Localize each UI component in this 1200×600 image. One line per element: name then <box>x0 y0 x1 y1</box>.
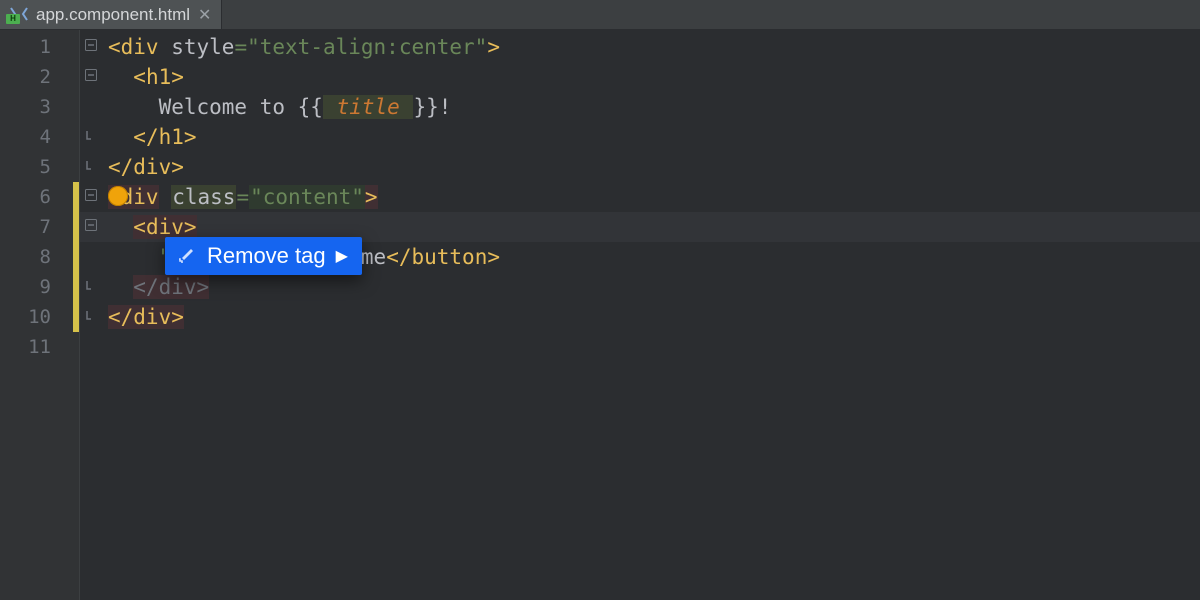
code-line[interactable]: <h1> <box>80 62 1200 92</box>
fold-collapse-icon[interactable] <box>84 188 98 202</box>
fold-collapse-icon[interactable] <box>84 38 98 52</box>
tab-bar: H app.component.html ✕ <box>0 0 1200 30</box>
code-text: Welcome to {{ title }}! <box>80 92 451 122</box>
file-tab[interactable]: H app.component.html ✕ <box>0 0 222 29</box>
code-line[interactable]: <div class="content"> <box>80 182 1200 212</box>
code-area[interactable]: <div style="text-align:center"> <h1> Wel… <box>80 30 1200 600</box>
code-line[interactable]: </div> <box>80 302 1200 332</box>
line-number: 8 <box>0 242 79 272</box>
edit-icon <box>177 246 197 266</box>
fold-collapse-icon[interactable] <box>84 218 98 232</box>
popup-label: Remove tag <box>207 243 326 269</box>
code-line[interactable]: </div> <box>80 152 1200 182</box>
code-line[interactable]: </div> <box>80 272 1200 302</box>
line-number: 4 <box>0 122 79 152</box>
code-line[interactable]: <div style="text-align:center"> <box>80 32 1200 62</box>
line-number: 1 <box>0 32 79 62</box>
code-line[interactable]: </h1> <box>80 122 1200 152</box>
line-number: 3 <box>0 92 79 122</box>
code-text: <div style="text-align:center"> <box>80 32 500 62</box>
html-file-icon: H <box>6 6 28 24</box>
code-text: </div> <box>80 272 209 302</box>
fold-collapse-icon[interactable] <box>84 68 98 82</box>
line-number: 10 <box>0 302 79 332</box>
line-number: 7 <box>0 212 79 242</box>
close-tab-icon[interactable]: ✕ <box>198 5 211 25</box>
line-number: 2 <box>0 62 79 92</box>
intention-popup[interactable]: Remove tag ▶ <box>165 237 362 275</box>
line-number: 9 <box>0 272 79 302</box>
fold-end-icon <box>84 278 98 292</box>
submenu-chevron-icon: ▶ <box>336 246 348 266</box>
line-number: 5 <box>0 152 79 182</box>
code-line[interactable]: Welcome to {{ title }}! <box>80 92 1200 122</box>
code-editor[interactable]: 1234567891011 <div style="text-align:cen… <box>0 30 1200 600</box>
fold-end-icon <box>84 308 98 322</box>
line-number-gutter: 1234567891011 <box>0 30 80 600</box>
line-number: 6 <box>0 182 79 212</box>
code-line[interactable] <box>80 332 1200 362</box>
fold-end-icon <box>84 128 98 142</box>
fold-end-icon <box>84 158 98 172</box>
line-number: 11 <box>0 332 79 362</box>
file-type-badge: H <box>6 14 20 24</box>
intention-bulb-icon[interactable] <box>108 186 128 206</box>
tab-filename: app.component.html <box>36 5 190 25</box>
